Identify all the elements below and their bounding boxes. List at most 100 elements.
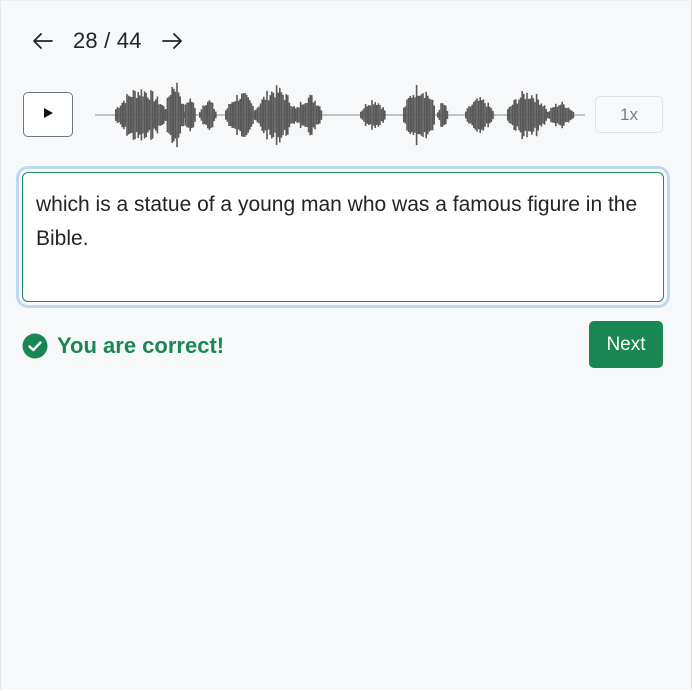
playback-speed-button[interactable]: 1x — [595, 96, 663, 133]
waveform-bar — [430, 99, 432, 131]
waveform-bar — [414, 97, 416, 133]
waveform-bar — [438, 109, 441, 121]
waveform-bar — [287, 95, 289, 135]
audio-waveform[interactable] — [95, 75, 585, 155]
waveform-bar — [116, 107, 119, 123]
waveform-bar — [319, 106, 321, 124]
arrow-left-icon[interactable] — [31, 29, 55, 53]
waveform-bar — [258, 106, 260, 124]
waveform-bar — [547, 111, 549, 119]
waveform-bar — [516, 103, 519, 127]
waveform-bar — [431, 99, 434, 131]
waveform-bar — [298, 107, 300, 123]
waveform-bar — [252, 106, 254, 124]
answer-input[interactable]: which is a statue of a young man who was… — [22, 172, 664, 302]
waveform-bar — [203, 105, 206, 125]
waveform-bar — [293, 106, 295, 124]
waveform-bar — [241, 93, 243, 137]
waveform-bar — [476, 98, 478, 132]
waveform-bar — [247, 97, 249, 133]
waveform-bar — [556, 106, 559, 124]
waveform-bar — [513, 99, 515, 130]
waveform-bar — [443, 104, 445, 125]
waveform-bar — [492, 110, 494, 120]
waveform-bar — [315, 105, 318, 125]
waveform-bar — [411, 97, 413, 133]
waveform-bar — [571, 110, 573, 120]
waveform-bar — [153, 101, 155, 129]
waveform-bar — [542, 106, 544, 124]
waveform-bar — [404, 106, 407, 124]
waveform-bar — [515, 99, 517, 131]
next-button[interactable]: Next — [589, 321, 663, 368]
waveform-bar — [518, 99, 520, 131]
waveform-bar — [272, 92, 275, 138]
waveform-bar — [558, 105, 560, 125]
waveform-bar — [412, 94, 415, 136]
waveform-bar — [380, 108, 383, 122]
waveform-bar — [134, 90, 136, 140]
waveform-bar — [155, 99, 157, 131]
waveform-bar — [288, 102, 291, 128]
waveform-bar — [207, 101, 209, 129]
waveform-bar — [215, 111, 217, 119]
waveform-bar — [425, 91, 427, 139]
waveform-bar — [211, 102, 214, 128]
waveform-bar — [184, 104, 187, 126]
waveform-bar — [303, 104, 305, 126]
feedback-message: You are correct! — [22, 333, 224, 359]
waveform-bar — [320, 110, 323, 120]
waveform-bar — [532, 98, 535, 132]
waveform-bar — [131, 97, 133, 133]
play-button[interactable] — [23, 92, 73, 137]
waveform-bar — [481, 100, 483, 130]
waveform-bar — [135, 97, 138, 133]
waveform-bar — [174, 91, 177, 139]
waveform-bar — [484, 103, 486, 127]
waveform-bar — [124, 103, 127, 127]
waveform-bar — [440, 103, 442, 127]
waveform-bar — [363, 108, 365, 122]
waveform-bar — [173, 88, 175, 142]
waveform-bar — [433, 105, 435, 125]
waveform-bar — [150, 90, 152, 140]
waveform-bar — [126, 94, 128, 136]
waveform-bar — [511, 104, 514, 126]
waveform-bar — [382, 107, 384, 123]
waveform-bar — [296, 106, 299, 123]
waveform-bar — [304, 103, 307, 127]
waveform-bar — [285, 94, 287, 136]
waveform-bar — [187, 102, 190, 128]
waveform-bar — [526, 92, 528, 138]
play-icon — [42, 106, 54, 124]
waveform-bar — [519, 97, 522, 133]
waveform-bar — [550, 107, 552, 123]
waveform-bar — [139, 95, 141, 135]
waveform-bar — [490, 108, 493, 122]
feedback-text: You are correct! — [57, 333, 225, 358]
waveform-bar — [314, 100, 316, 130]
waveform-bar — [437, 112, 439, 118]
waveform-bar — [379, 105, 381, 125]
waveform-bar — [213, 109, 215, 122]
waveform-bar — [132, 90, 135, 140]
waveform-bar — [479, 97, 481, 133]
waveform-bar — [169, 94, 172, 136]
waveform-bar — [137, 92, 139, 138]
waveform-bar — [205, 105, 207, 125]
waveform-bar — [306, 103, 308, 127]
waveform-bar — [377, 103, 380, 127]
arrow-right-icon[interactable] — [160, 29, 184, 53]
waveform-bar — [409, 95, 411, 135]
exercise-panel: 28 / 44 1x which is a statue of a young … — [0, 0, 692, 690]
waveform-bar — [371, 100, 373, 130]
waveform-bar — [372, 104, 375, 126]
waveform-bar — [256, 107, 259, 123]
waveform-bar — [208, 100, 211, 130]
waveform-bar — [366, 106, 368, 124]
waveform-bar — [156, 96, 159, 134]
waveform-bar — [572, 111, 575, 119]
waveform-bar — [403, 107, 405, 123]
waveform-bar — [422, 93, 424, 137]
waveform-bar — [406, 99, 408, 131]
